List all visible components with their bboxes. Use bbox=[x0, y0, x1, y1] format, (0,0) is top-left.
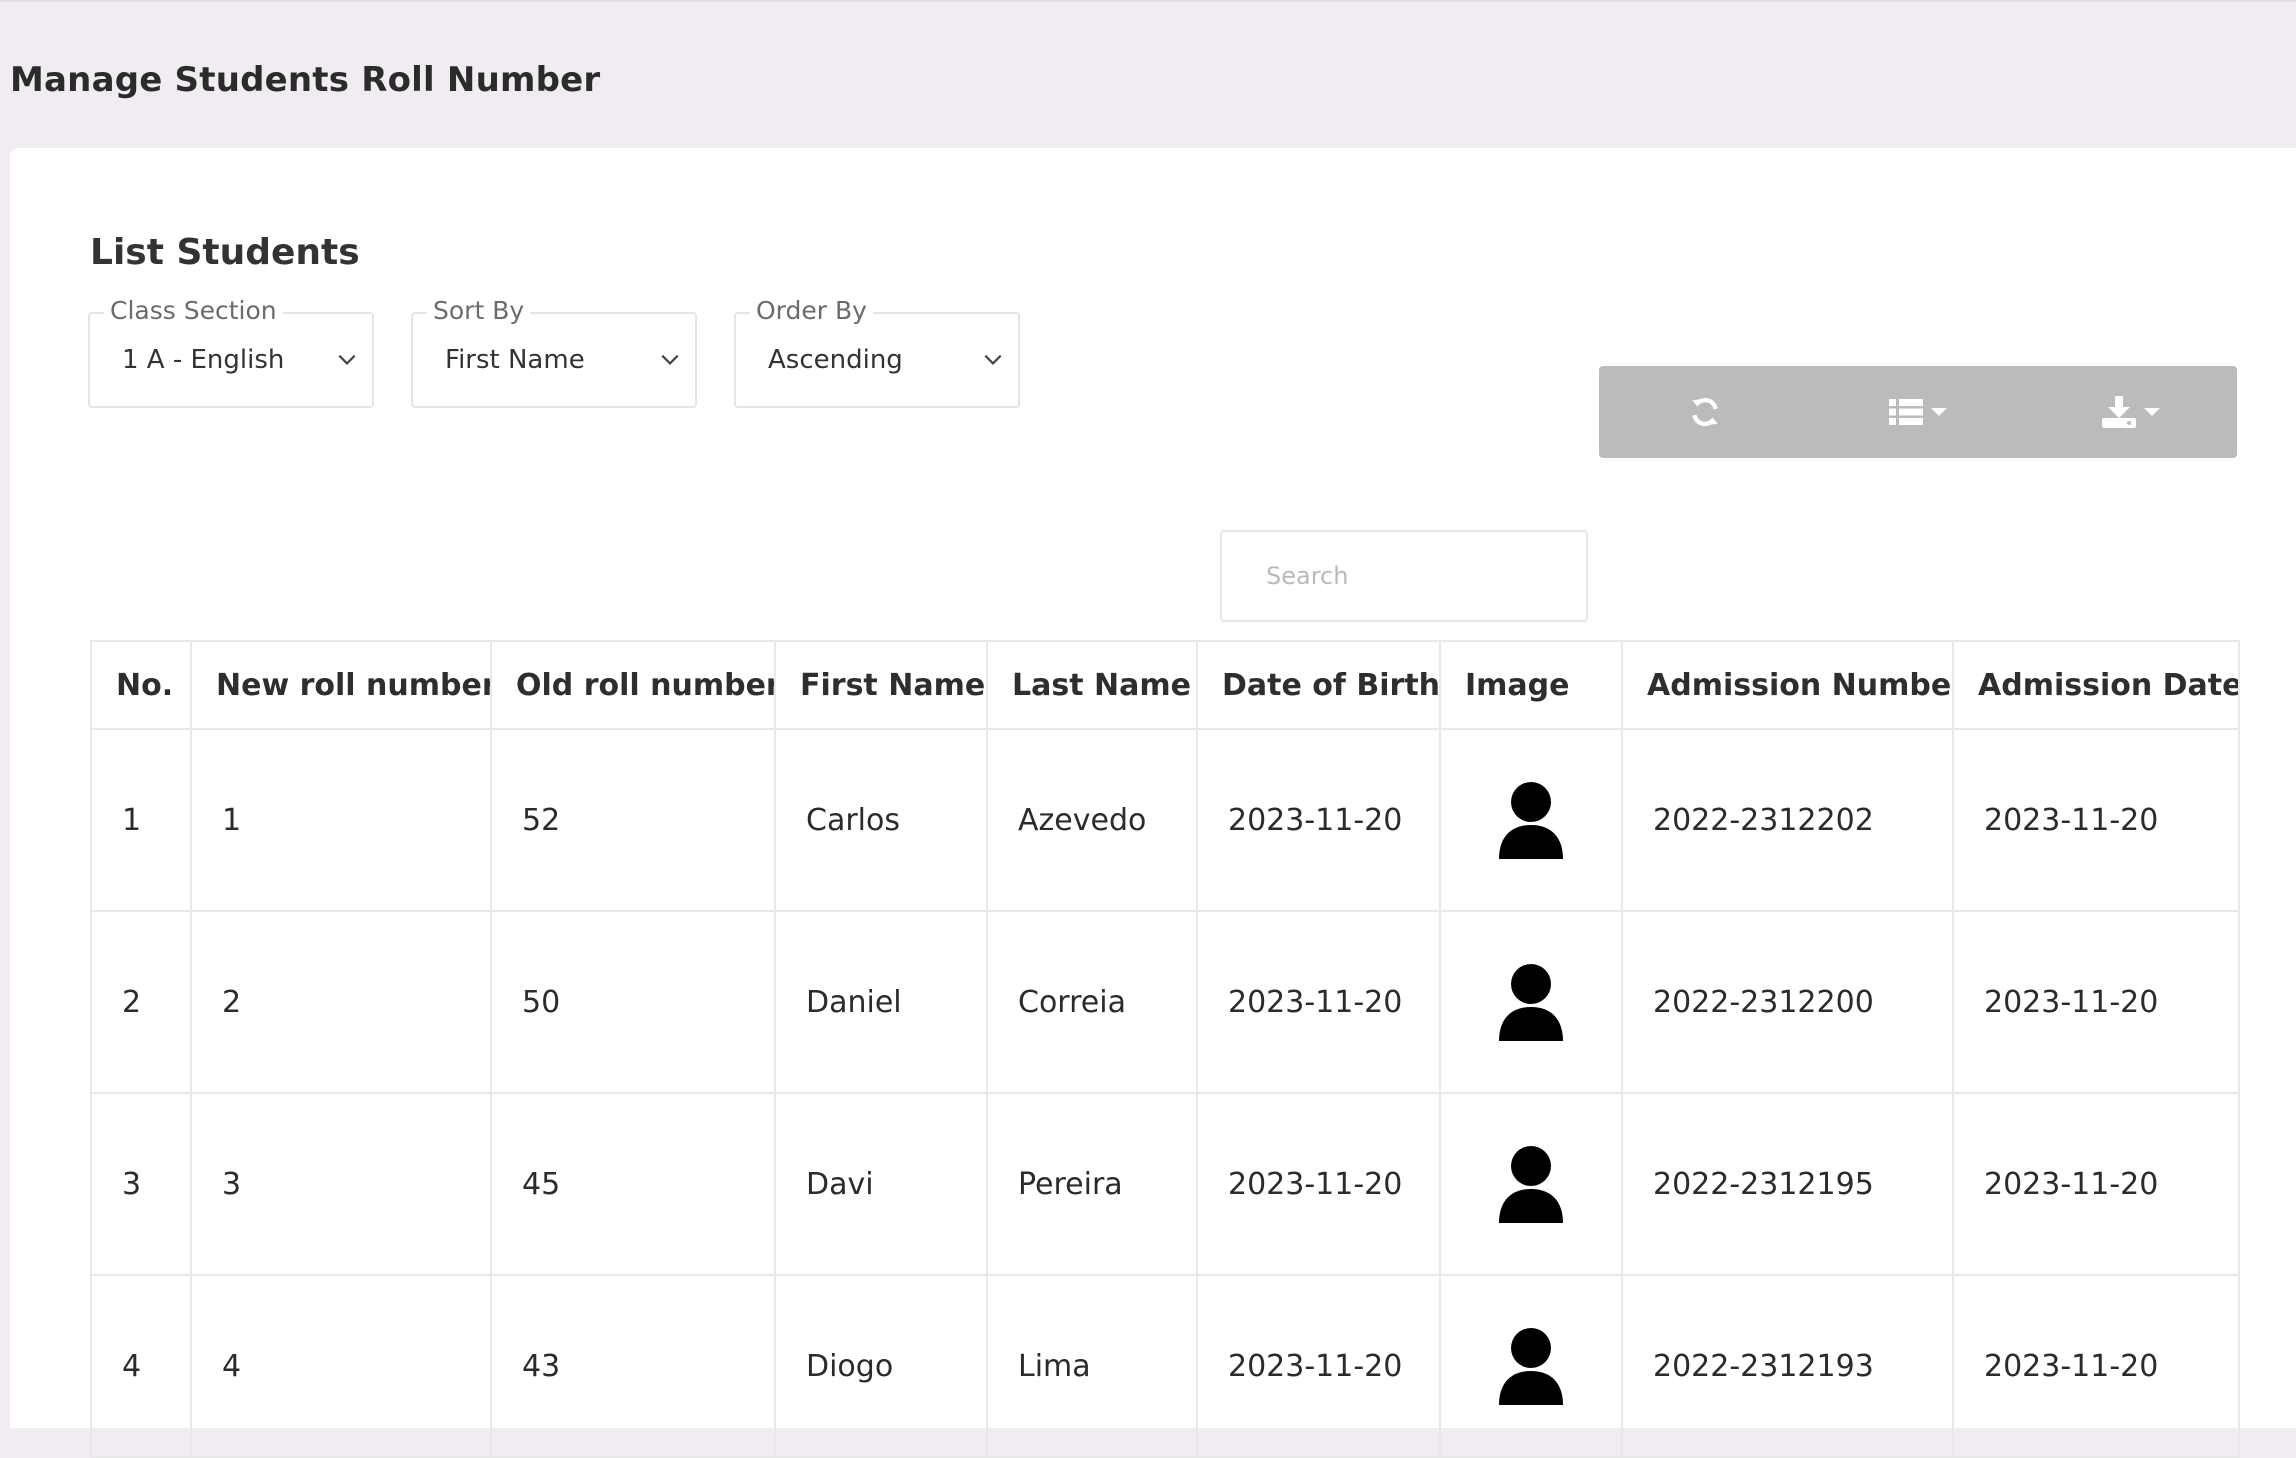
table-row[interactable]: 3 3 45 Davi Pereira 2023-11-20 2022-2312… bbox=[90, 1092, 2240, 1276]
cell-new-roll-number[interactable]: 2 bbox=[190, 910, 492, 1094]
refresh-button[interactable] bbox=[1599, 366, 1812, 458]
column-header-first-name[interactable]: First Name bbox=[774, 640, 988, 730]
class-section-value: 1 A - English bbox=[122, 345, 285, 375]
cell-new-roll-number[interactable]: 1 bbox=[190, 728, 492, 912]
column-header-admission-date[interactable]: Admission Date bbox=[1952, 640, 2240, 730]
cell-old-roll-number: 50 bbox=[490, 910, 776, 1094]
list-students-card: List Students Class Section 1 A - Englis… bbox=[10, 148, 2296, 1458]
export-dropdown-button[interactable] bbox=[2024, 366, 2237, 458]
column-header-date-of-birth[interactable]: Date of Birth bbox=[1196, 640, 1441, 730]
class-section-label: Class Section bbox=[104, 296, 283, 326]
user-avatar-icon[interactable] bbox=[1497, 1145, 1565, 1223]
cell-no: 1 bbox=[90, 728, 192, 912]
column-header-new-roll-number[interactable]: New roll number bbox=[190, 640, 492, 730]
cell-old-roll-number: 45 bbox=[490, 1092, 776, 1276]
cell-date-of-birth: 2023-11-20 bbox=[1196, 1092, 1441, 1276]
cell-admission-date: 2023-11-20 bbox=[1952, 1274, 2240, 1458]
cell-date-of-birth: 2023-11-20 bbox=[1196, 910, 1441, 1094]
cell-no: 3 bbox=[90, 1092, 192, 1276]
cell-admission-number: 2022-2312193 bbox=[1621, 1274, 1954, 1458]
cell-last-name: Pereira bbox=[986, 1092, 1198, 1276]
cell-old-roll-number: 43 bbox=[490, 1274, 776, 1458]
cell-last-name: Azevedo bbox=[986, 728, 1198, 912]
table-header-row: No. New roll number Old roll number Firs… bbox=[90, 640, 2240, 730]
cell-no: 2 bbox=[90, 910, 192, 1094]
card-title: List Students bbox=[90, 232, 360, 273]
column-header-last-name[interactable]: Last Name bbox=[986, 640, 1198, 730]
columns-dropdown-button[interactable] bbox=[1812, 366, 2025, 458]
download-icon bbox=[2101, 396, 2136, 428]
cell-date-of-birth: 2023-11-20 bbox=[1196, 1274, 1441, 1458]
table-row[interactable]: 2 2 50 Daniel Correia 2023-11-20 2022-23… bbox=[90, 910, 2240, 1094]
user-avatar-icon[interactable] bbox=[1497, 781, 1565, 859]
cell-admission-number: 2022-2312200 bbox=[1621, 910, 1954, 1094]
sort-by-label: Sort By bbox=[427, 296, 531, 326]
cell-last-name: Lima bbox=[986, 1274, 1198, 1458]
cell-admission-date: 2023-11-20 bbox=[1952, 1092, 2240, 1276]
cell-last-name: Correia bbox=[986, 910, 1198, 1094]
chevron-down-icon bbox=[984, 354, 1002, 365]
cell-date-of-birth: 2023-11-20 bbox=[1196, 728, 1441, 912]
page-title: Manage Students Roll Number bbox=[10, 60, 601, 100]
cell-admission-number: 2022-2312195 bbox=[1621, 1092, 1954, 1276]
cell-new-roll-number[interactable]: 3 bbox=[190, 1092, 492, 1276]
order-by-label: Order By bbox=[750, 296, 873, 326]
user-avatar-icon[interactable] bbox=[1497, 963, 1565, 1041]
column-header-admission-number[interactable]: Admission Number bbox=[1621, 640, 1954, 730]
table-toolbar bbox=[1599, 366, 2237, 458]
cell-image bbox=[1439, 910, 1623, 1094]
cell-new-roll-number[interactable]: 4 bbox=[190, 1274, 492, 1458]
column-header-old-roll-number[interactable]: Old roll number bbox=[490, 640, 776, 730]
search-input[interactable] bbox=[1220, 530, 1588, 622]
chevron-down-icon bbox=[661, 354, 679, 365]
column-header-image[interactable]: Image bbox=[1439, 640, 1623, 730]
refresh-icon bbox=[1692, 397, 1719, 427]
cell-image bbox=[1439, 1092, 1623, 1276]
order-by-select[interactable]: Order By Ascending bbox=[734, 296, 1020, 408]
cell-no: 4 bbox=[90, 1274, 192, 1458]
columns-list-icon bbox=[1889, 399, 1923, 425]
sort-by-select[interactable]: Sort By First Name bbox=[411, 296, 697, 408]
students-table: No. New roll number Old roll number Firs… bbox=[90, 640, 2240, 1458]
column-header-no[interactable]: No. bbox=[90, 640, 192, 730]
caret-down-icon bbox=[2143, 408, 2160, 416]
page-header: Manage Students Roll Number bbox=[0, 0, 2296, 148]
table-row[interactable]: 4 4 43 Diogo Lima 2023-11-20 2022-231219… bbox=[90, 1274, 2240, 1458]
user-avatar-icon[interactable] bbox=[1497, 1327, 1565, 1405]
order-by-value: Ascending bbox=[768, 345, 903, 375]
cell-admission-date: 2023-11-20 bbox=[1952, 910, 2240, 1094]
cell-admission-number: 2022-2312202 bbox=[1621, 728, 1954, 912]
cell-first-name: Davi bbox=[774, 1092, 988, 1276]
table-row[interactable]: 1 1 52 Carlos Azevedo 2023-11-20 2022-23… bbox=[90, 728, 2240, 912]
cell-first-name: Diogo bbox=[774, 1274, 988, 1458]
cell-old-roll-number: 52 bbox=[490, 728, 776, 912]
class-section-select[interactable]: Class Section 1 A - English bbox=[88, 296, 374, 408]
sort-by-value: First Name bbox=[445, 345, 585, 375]
cell-image bbox=[1439, 1274, 1623, 1458]
cell-first-name: Daniel bbox=[774, 910, 988, 1094]
cell-image bbox=[1439, 728, 1623, 912]
cell-first-name: Carlos bbox=[774, 728, 988, 912]
cell-admission-date: 2023-11-20 bbox=[1952, 728, 2240, 912]
chevron-down-icon bbox=[338, 354, 356, 365]
caret-down-icon bbox=[1931, 408, 1947, 416]
